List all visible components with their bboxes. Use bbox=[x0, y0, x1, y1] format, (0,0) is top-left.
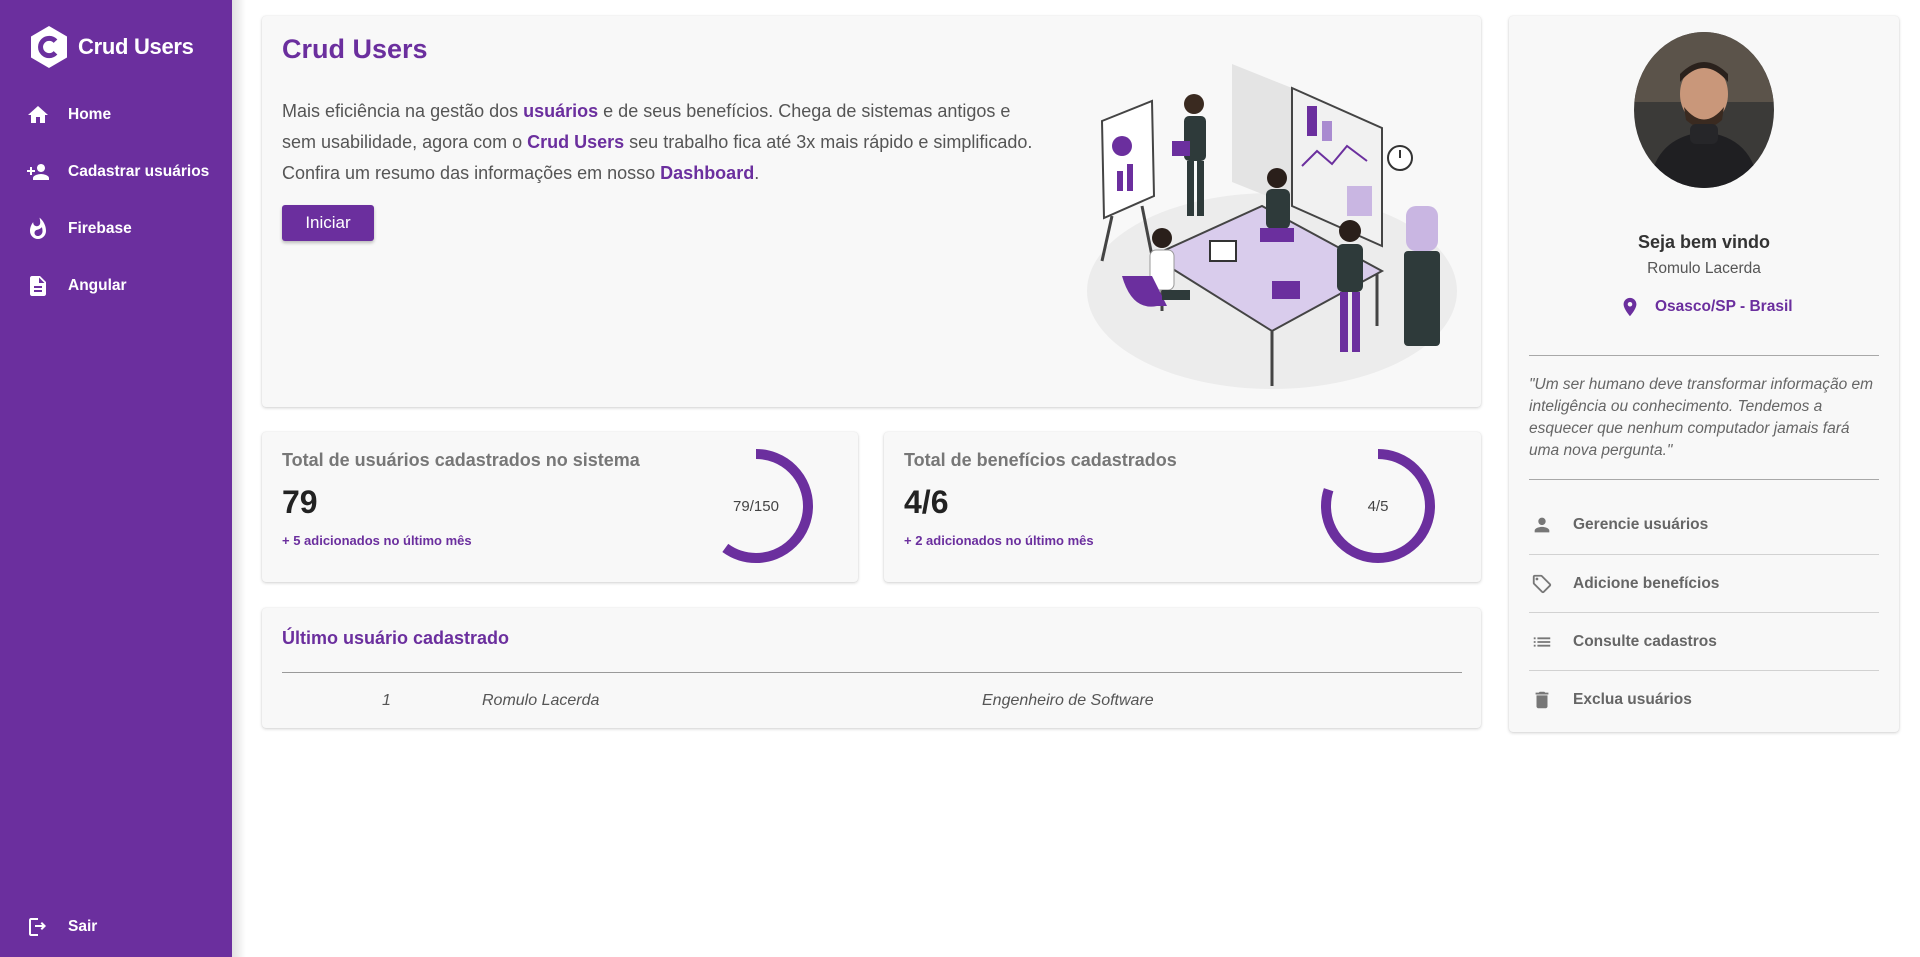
sidebar-item-label: Firebase bbox=[68, 220, 132, 237]
hero-highlight: Dashboard bbox=[660, 163, 755, 183]
location-label: Osasco/SP - Brasil bbox=[1655, 298, 1793, 315]
stat-value: 79 bbox=[282, 484, 318, 520]
sidebar-item-label: Cadastrar usuários bbox=[68, 163, 210, 180]
benefits-progress-ring: 4/5 bbox=[1320, 448, 1436, 564]
trash-icon bbox=[1535, 691, 1549, 709]
location: Osasco/SP - Brasil bbox=[1619, 296, 1793, 318]
quote: "Um ser humano deve transformar informaç… bbox=[1529, 376, 1874, 459]
profile-panel: Seja bem vindo Romulo Lacerda Osasco/SP … bbox=[1509, 16, 1899, 732]
stat-subtitle: + 2 adicionados no último mês bbox=[904, 533, 1094, 548]
action-view-records[interactable]: Consulte cadastros bbox=[1529, 613, 1879, 671]
hero-highlight: Crud Users bbox=[527, 132, 625, 152]
stat-title: Total de benefícios cadastrados bbox=[904, 450, 1177, 470]
divider bbox=[1529, 479, 1879, 480]
sidebar: Crud Users Home Cadastrar usuários Fireb… bbox=[0, 0, 232, 957]
sidebar-item-home[interactable]: Home bbox=[26, 103, 111, 127]
sidebar-item-firebase[interactable]: Firebase bbox=[26, 217, 132, 241]
last-user-title: Último usuário cadastrado bbox=[282, 628, 510, 648]
stat-title: Total de usuários cadastrados no sistema bbox=[282, 450, 640, 470]
stat-subtitle: + 5 adicionados no último mês bbox=[282, 533, 472, 548]
person-icon bbox=[1534, 517, 1550, 533]
users-progress-ring: 79/150 bbox=[698, 448, 814, 564]
sidebar-item-cadastrar[interactable]: Cadastrar usuários bbox=[26, 160, 209, 184]
divider bbox=[282, 672, 1462, 673]
tag-icon bbox=[1532, 574, 1552, 594]
user-id: 1 bbox=[382, 692, 391, 709]
hero-description: Mais eficiência na gestão dos usuários e… bbox=[282, 96, 1042, 189]
start-button[interactable]: Iniciar bbox=[282, 205, 374, 241]
hero-highlight: usuários bbox=[523, 101, 599, 121]
add-user-icon bbox=[27, 164, 49, 180]
ring-label: 4/5 bbox=[1367, 497, 1389, 515]
hero-card: Crud Users Mais eficiência na gestão dos… bbox=[262, 16, 1481, 407]
last-user-card: Último usuário cadastrado 1 Romulo Lacer… bbox=[262, 608, 1481, 728]
sidebar-item-angular[interactable]: Angular bbox=[26, 274, 127, 298]
list-icon bbox=[1533, 637, 1551, 647]
sidebar-shadow bbox=[232, 0, 246, 957]
benefits-stat-card: Total de benefícios cadastrados 4/6 + 2 … bbox=[884, 432, 1481, 582]
logout-icon bbox=[29, 918, 46, 936]
hero-text-part: Mais eficiência na gestão dos bbox=[282, 101, 524, 121]
action-label: Gerencie usuários bbox=[1573, 516, 1709, 533]
action-label: Consulte cadastros bbox=[1573, 633, 1717, 650]
document-icon bbox=[30, 276, 46, 296]
page-title: Crud Users bbox=[282, 34, 428, 64]
stat-value: 4/6 bbox=[904, 484, 949, 520]
welcome-text: Seja bem vindo bbox=[1637, 232, 1771, 252]
action-manage-users[interactable]: Gerencie usuários bbox=[1529, 496, 1879, 554]
hero-text-part: . bbox=[754, 163, 760, 183]
brand-logo-icon bbox=[31, 26, 67, 68]
brand[interactable]: Crud Users bbox=[26, 24, 194, 70]
action-delete-users[interactable]: Exclua usuários bbox=[1529, 671, 1879, 729]
location-pin-icon bbox=[1623, 297, 1637, 317]
flame-icon bbox=[30, 217, 46, 239]
logout-button[interactable]: Sair bbox=[26, 915, 97, 939]
divider bbox=[1529, 355, 1879, 356]
logout-label: Sair bbox=[68, 918, 98, 935]
brand-name: Crud Users bbox=[78, 34, 194, 59]
team-meeting-illustration bbox=[1087, 64, 1457, 389]
action-label: Exclua usuários bbox=[1573, 691, 1692, 708]
users-stat-card: Total de usuários cadastrados no sistema… bbox=[262, 432, 858, 582]
user-role: Engenheiro de Software bbox=[982, 692, 1154, 709]
home-icon bbox=[28, 106, 48, 123]
sidebar-item-label: Angular bbox=[68, 277, 127, 294]
action-label: Adicione benefícios bbox=[1573, 575, 1720, 592]
profile-name: Romulo Lacerda bbox=[1647, 260, 1761, 277]
ring-label: 79/150 bbox=[733, 497, 779, 515]
action-add-benefits[interactable]: Adicione benefícios bbox=[1529, 555, 1879, 613]
user-name: Romulo Lacerda bbox=[482, 692, 600, 709]
avatar bbox=[1634, 32, 1774, 188]
sidebar-item-label: Home bbox=[68, 106, 112, 123]
